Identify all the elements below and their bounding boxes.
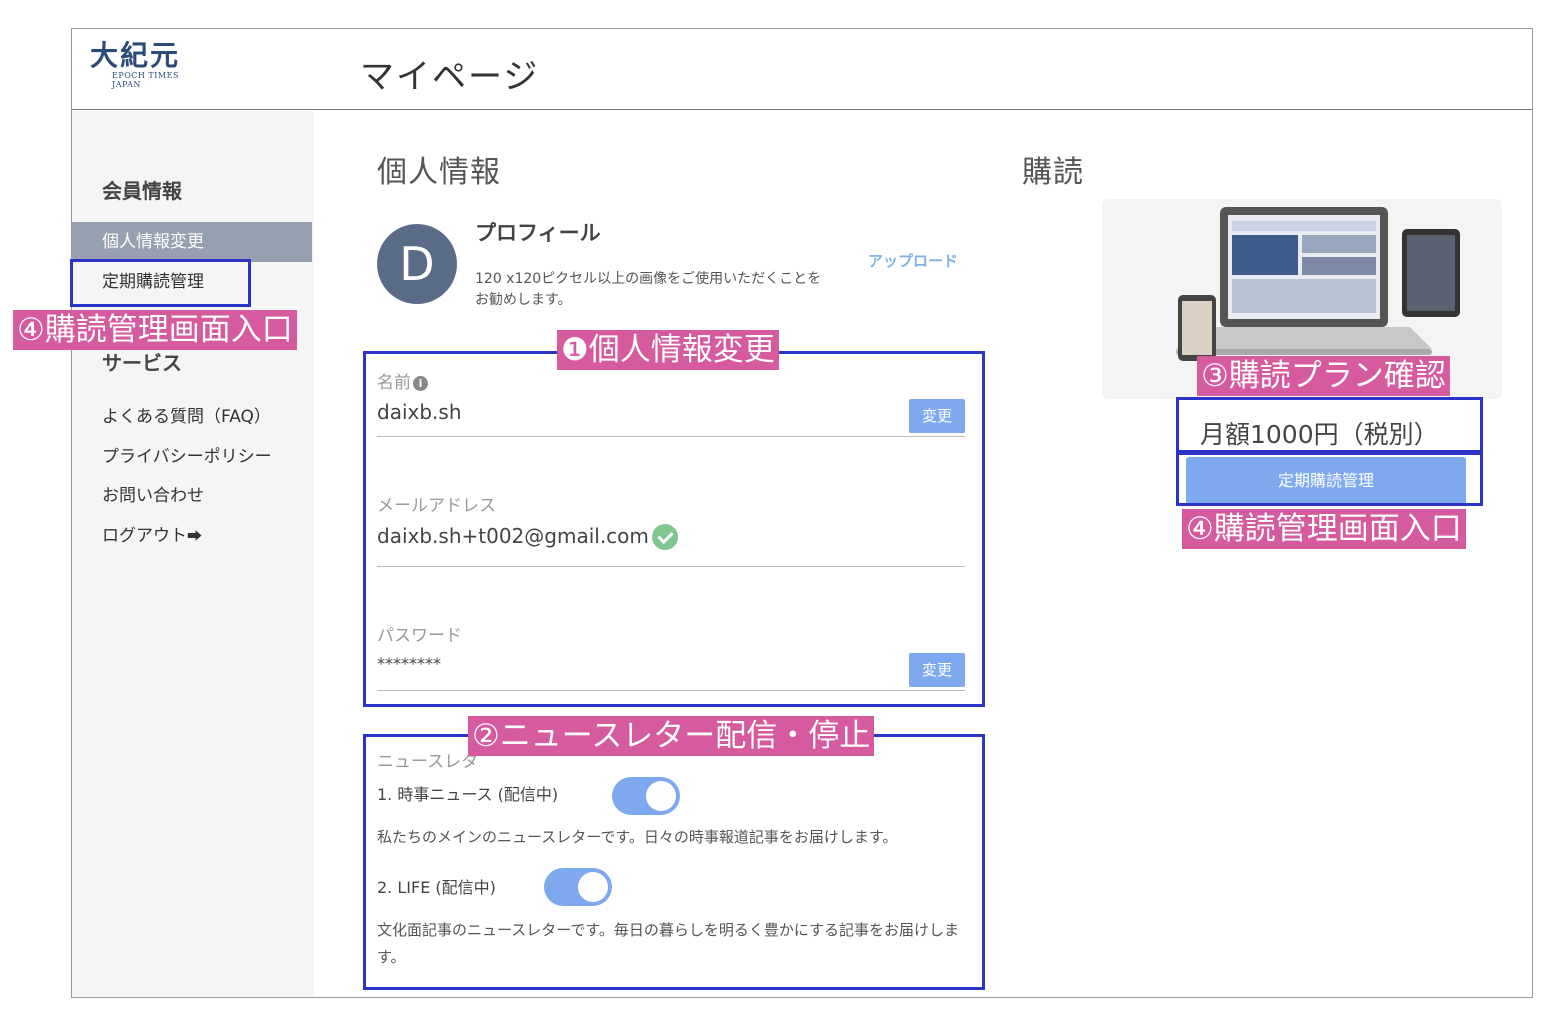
profile-description: 120 x120ピクセル以上の画像をご使用いただくことをお勧めします。 — [475, 271, 822, 308]
page-title: マイページ — [360, 57, 540, 97]
annotation-box-sidebar — [70, 259, 251, 307]
avatar[interactable]: D — [377, 224, 457, 304]
annotation-tag-plan: ③購読プラン確認 — [1197, 356, 1450, 396]
sidebar: 会員情報 個人情報変更 定期購読管理 サービス よくある質問（FAQ） プライバ… — [72, 111, 314, 997]
personal-info-title: 個人情報 — [377, 155, 501, 190]
sidebar-heading-member: 会員情報 — [102, 179, 182, 203]
sign-out-icon: ⮕ — [187, 527, 203, 545]
sidebar-link-privacy[interactable]: プライバシーポリシー — [102, 442, 272, 467]
logo-subtitle: EPOCH TIMES JAPAN — [112, 71, 179, 89]
annotation-box-personal — [363, 351, 985, 707]
profile-title: プロフィール — [475, 221, 601, 245]
sidebar-link-contact[interactable]: お問い合わせ — [102, 481, 204, 506]
sidebar-link-faq[interactable]: よくある質問（FAQ） — [102, 402, 271, 427]
header: 大紀元 EPOCH TIMES JAPAN マイページ — [72, 29, 1532, 110]
annotation-tag-personal: ❶個人情報変更 — [557, 330, 779, 370]
logo-mark: 大紀元 — [90, 39, 181, 72]
logout-label: ログアウト — [102, 526, 187, 546]
annotation-box-newsletter — [363, 734, 985, 990]
annotation-box-manage — [1176, 452, 1483, 506]
annotation-tag-manage: ④購読管理画面入口 — [1182, 509, 1466, 549]
upload-link[interactable]: アップロード — [868, 250, 958, 271]
subscription-title: 購読 — [1022, 155, 1084, 190]
annotation-box-plan — [1176, 397, 1483, 453]
logo[interactable]: 大紀元 EPOCH TIMES JAPAN — [90, 39, 210, 89]
sidebar-link-logout[interactable]: ログアウト⮕ — [102, 521, 202, 546]
sidebar-item-personal-info[interactable]: 個人情報変更 — [72, 222, 312, 262]
annotation-tag-sidebar: ④購読管理画面入口 — [13, 310, 297, 350]
annotation-tag-newsletter: ②ニュースレター配信・停止 — [468, 716, 875, 756]
sidebar-heading-service: サービス — [102, 351, 182, 375]
